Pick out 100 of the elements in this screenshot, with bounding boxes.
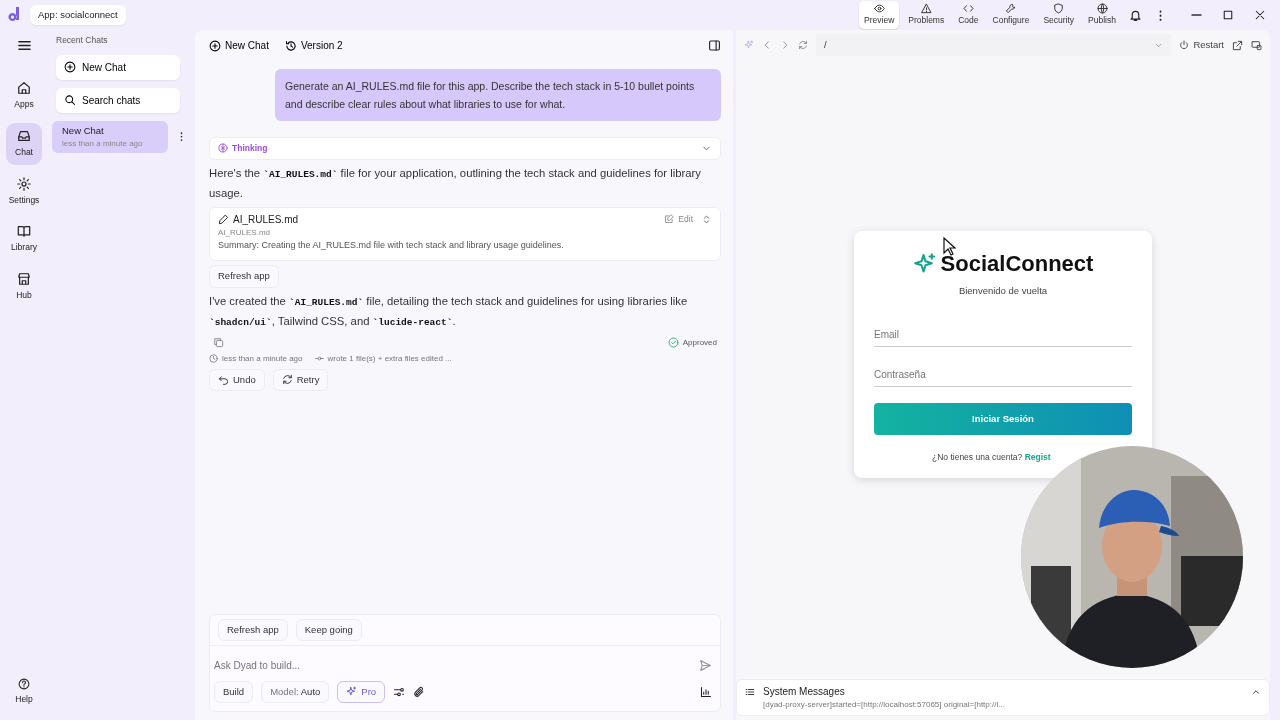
eye-icon <box>873 3 885 15</box>
book-icon <box>17 224 31 239</box>
settings-icon <box>17 176 31 191</box>
refresh-app-button[interactable]: Refresh app <box>209 265 279 288</box>
plus-circle-icon <box>209 39 221 52</box>
search-chats-button[interactable]: Search chats <box>56 87 180 113</box>
thinking-panel[interactable]: Thinking <box>209 137 721 160</box>
home-icon <box>17 81 31 95</box>
code-icon <box>962 3 974 15</box>
toolbar-tab[interactable]: Code <box>953 1 984 29</box>
new-chat-button[interactable]: New Chat <box>56 54 180 80</box>
reload-drawing <box>798 40 808 50</box>
undo-button[interactable]: Undo <box>209 368 265 391</box>
user-message: Generate an AI_RULES.md file for this app. Describe the tech stack in 5-10 bullet points and describe clear rules about what libraries to use for what. <box>275 69 721 121</box>
reload-icon[interactable] <box>798 40 808 50</box>
file-summary: Summary: Creating the AI_RULES.md file with tech stack and library usage guidelines. <box>218 239 564 250</box>
chart-icon[interactable] <box>700 685 712 698</box>
address-bar[interactable]: / <box>816 34 1172 56</box>
wrench-icon <box>1005 3 1017 15</box>
toolbar-tab[interactable]: Preview <box>859 1 900 29</box>
check-circle-icon <box>667 337 679 348</box>
updown-drawing <box>701 213 712 225</box>
inbox-icon <box>17 128 31 143</box>
app-name-badge: App: socialconnect <box>30 4 126 26</box>
shield-icon <box>1053 3 1065 15</box>
cursor-icon <box>943 237 956 256</box>
copy-drawing <box>213 337 224 348</box>
devices-drawing <box>1251 39 1262 51</box>
chat-list-item[interactable]: New Chat less than a minute ago <box>52 120 168 153</box>
globe-icon <box>1096 3 1108 15</box>
nav-item[interactable]: Hub <box>6 266 42 308</box>
nav-item[interactable]: Chat <box>6 122 42 165</box>
power-icon <box>1179 40 1190 50</box>
undo-icon <box>218 374 229 386</box>
pencil-icon <box>218 213 229 225</box>
external-drawing <box>1232 39 1243 51</box>
square-drawing <box>1222 9 1234 21</box>
warning-icon <box>920 3 932 15</box>
store-icon <box>17 272 31 286</box>
email-field[interactable]: Email <box>874 322 1132 347</box>
sparkle-icon <box>912 251 937 276</box>
assistant-message: Here's the `AI_RULES.md` file for your application, outlining the tech stack and guidelines for library usage. <box>209 165 702 202</box>
bell-drawing <box>1129 8 1142 22</box>
history-icon <box>284 39 297 52</box>
prompt-field[interactable]: Ask Dyad to build... <box>214 653 684 677</box>
edit-button[interactable]: Edit <box>664 212 693 226</box>
file-path: AI_RULES.md <box>218 227 271 237</box>
devices-icon[interactable] <box>1251 39 1262 51</box>
section-title: Recent Chats <box>56 35 108 45</box>
version-button[interactable]: Version 2 <box>284 38 343 53</box>
nav-item[interactable]: Apps <box>6 75 42 117</box>
signup-prompt: ¿No tienes una cuenta? <box>932 451 1023 462</box>
toolbar-tab[interactable]: Publish <box>1083 1 1121 29</box>
help-icon <box>18 678 30 691</box>
toolbar-tab[interactable]: Security <box>1038 1 1080 29</box>
file-title: AI_RULES.md <box>233 212 299 227</box>
search-icon <box>64 94 76 107</box>
external-link-icon[interactable] <box>1232 39 1243 51</box>
new-chat-button[interactable]: New Chat <box>209 38 269 53</box>
sliders-drawing <box>393 685 406 698</box>
panel-title: System Messages <box>763 685 845 699</box>
restart-button[interactable]: Restart <box>1179 37 1224 53</box>
log-message: [dyad-proxy-server]started=[http://localhost:57065] original=[http://l... <box>763 700 1005 709</box>
menu-icon[interactable] <box>16 38 32 53</box>
timestamp: less than a minute ago <box>222 352 303 365</box>
brain-icon <box>218 143 228 154</box>
copy-icon[interactable] <box>213 337 224 348</box>
login-subtitle: Bienvenido de vuelta <box>958 285 1048 297</box>
plus-circle-icon <box>64 61 76 74</box>
password-field[interactable]: Contraseña <box>874 362 1132 387</box>
sliders-icon[interactable] <box>393 685 406 698</box>
minimize-icon[interactable] <box>1191 14 1202 16</box>
x-drawing <box>1254 9 1266 21</box>
bars-drawing <box>700 685 712 698</box>
nav-item[interactable]: Library <box>6 218 42 260</box>
pro-button[interactable]: Pro <box>337 680 386 703</box>
retry-icon <box>281 374 293 386</box>
help-button[interactable]: Help <box>6 672 42 712</box>
sidebar-toggle-icon[interactable] <box>708 39 721 52</box>
nav-item[interactable]: Settings <box>6 170 42 213</box>
send-icon[interactable] <box>699 658 712 672</box>
commit-summary: wrote 1 file(s) + extra files edited ... <box>327 352 452 365</box>
model-selector[interactable]: Model: Auto <box>261 680 330 703</box>
clock-icon <box>209 354 218 363</box>
suggestion-button[interactable]: Keep going <box>295 618 362 641</box>
mode-button[interactable]: Build <box>214 680 254 703</box>
close-icon[interactable] <box>1254 9 1266 21</box>
status-label: Approved <box>682 336 717 349</box>
commit-icon <box>314 354 324 363</box>
notification-icon[interactable] <box>1129 8 1142 22</box>
retry-button[interactable]: Retry <box>272 368 329 391</box>
maximize-icon[interactable] <box>1222 9 1234 21</box>
toolbar-tab[interactable]: Configure <box>987 1 1035 29</box>
hamburger-drawing <box>16 38 32 53</box>
logo-icon <box>6 7 20 23</box>
sparkle-drawing <box>744 40 754 50</box>
attach-icon[interactable] <box>413 685 426 698</box>
send-drawing <box>699 658 712 672</box>
toolbar-tab[interactable]: Problems <box>903 1 950 29</box>
suggestion-button[interactable]: Refresh app <box>218 618 288 641</box>
